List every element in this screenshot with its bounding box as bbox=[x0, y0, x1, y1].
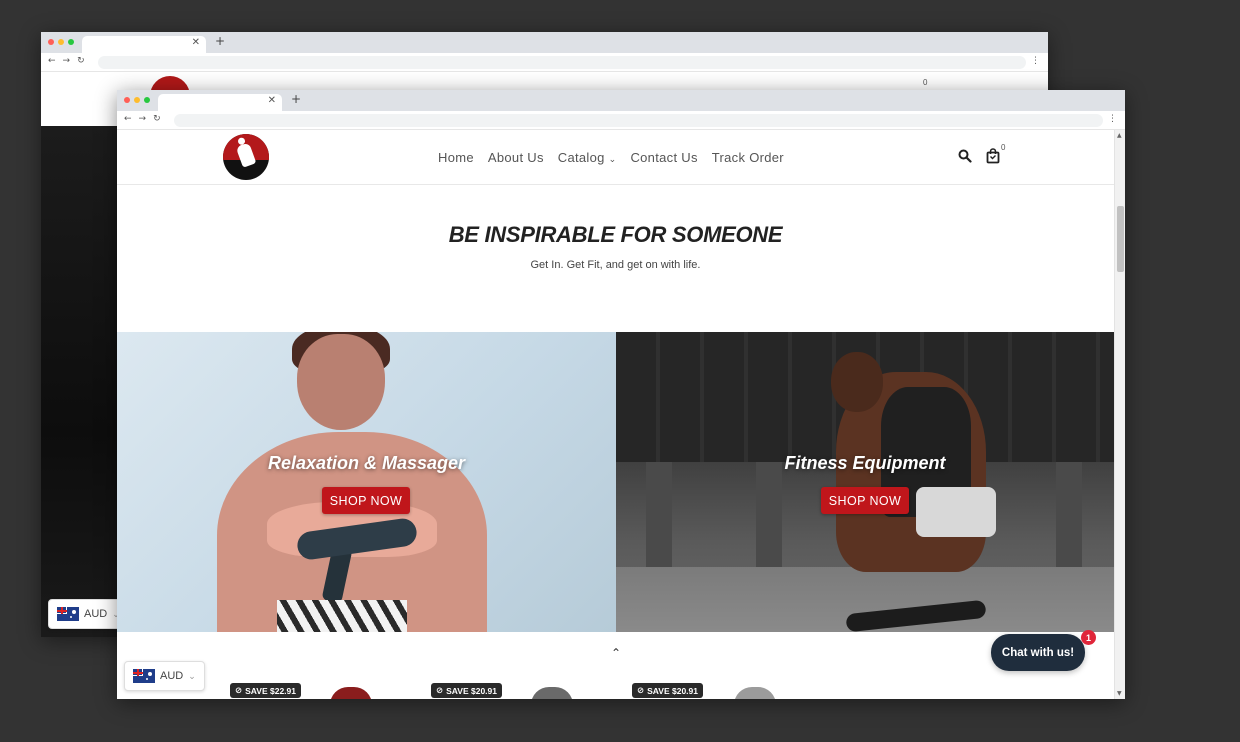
plus-icon[interactable]: + bbox=[215, 34, 225, 48]
back-icon[interactable]: ← bbox=[124, 114, 132, 124]
maximize-window-button[interactable] bbox=[144, 97, 150, 103]
tab-bar: ✕ + bbox=[41, 32, 1048, 53]
chat-button[interactable]: Chat with us! bbox=[991, 634, 1085, 671]
photo-detail bbox=[916, 487, 996, 537]
currency-code: AUD bbox=[84, 608, 108, 620]
scrollbar-thumb[interactable] bbox=[1117, 206, 1124, 272]
close-icon[interactable]: ✕ bbox=[192, 37, 200, 48]
scrollbar[interactable]: ▲ ▼ bbox=[1114, 130, 1125, 699]
nav-catalog-label: Catalog bbox=[557, 150, 605, 165]
reload-icon[interactable]: ↻ bbox=[153, 114, 161, 124]
tag-icon: ⊘ bbox=[436, 685, 444, 695]
close-window-button[interactable] bbox=[48, 39, 54, 45]
product-image[interactable] bbox=[330, 687, 372, 699]
photo-detail bbox=[277, 600, 407, 632]
chat-badge: 1 bbox=[1081, 630, 1096, 645]
hero-title: BE INSPIRABLE FOR SOMEONE bbox=[448, 222, 783, 247]
shop-now-button[interactable]: SHOP NOW bbox=[821, 487, 909, 514]
minimize-window-button[interactable] bbox=[134, 97, 140, 103]
currency-selector[interactable]: AUD ⌄ bbox=[124, 661, 205, 691]
logo-icon[interactable] bbox=[223, 134, 269, 180]
banner-fitness[interactable]: Fitness Equipment SHOP NOW bbox=[616, 332, 1114, 632]
save-label: SAVE $20.91 bbox=[647, 685, 699, 696]
reload-icon[interactable]: ↻ bbox=[77, 56, 85, 66]
save-badge: ⊘ SAVE $22.91 bbox=[230, 683, 302, 698]
forward-icon[interactable]: → bbox=[139, 114, 147, 124]
hero-subtitle: Get In. Get Fit, and get on with life. bbox=[530, 259, 701, 271]
photo-detail bbox=[646, 462, 672, 582]
plus-icon[interactable]: + bbox=[291, 92, 301, 106]
search-icon[interactable] bbox=[958, 149, 972, 163]
nav-contact-us[interactable]: Contact Us bbox=[630, 150, 697, 165]
save-badge: ⊘ SAVE $20.91 bbox=[632, 683, 704, 698]
banner-relaxation[interactable]: Relaxation & Massager SHOP NOW bbox=[117, 332, 616, 632]
cart-icon[interactable] bbox=[986, 148, 1000, 164]
save-badge: ⊘ SAVE $20.91 bbox=[431, 683, 503, 698]
address-bar[interactable] bbox=[98, 56, 1026, 69]
tag-icon: ⊘ bbox=[235, 685, 243, 695]
browser-navbar: ← → ↻ ⋮ bbox=[117, 111, 1125, 130]
scroll-up-icon[interactable]: ▲ bbox=[1117, 132, 1122, 139]
browser-navbar: ← → ↻ ⋮ bbox=[41, 53, 1048, 72]
chevron-down-icon: ⌄ bbox=[608, 154, 617, 164]
menu-dots-icon[interactable]: ⋮ bbox=[1031, 56, 1040, 66]
save-label: SAVE $20.91 bbox=[446, 685, 498, 696]
nav-track-order[interactable]: Track Order bbox=[712, 150, 784, 165]
close-window-button[interactable] bbox=[124, 97, 130, 103]
address-bar[interactable] bbox=[174, 114, 1103, 127]
photo-detail bbox=[756, 462, 782, 582]
front-browser-window: ✕ + ← → ↻ ⋮ Home About Us Catalog ⌄ Cont… bbox=[117, 90, 1125, 699]
chevron-up-icon[interactable]: ⌃ bbox=[611, 646, 621, 660]
nav-home[interactable]: Home bbox=[438, 150, 474, 165]
web-page: Home About Us Catalog ⌄ Contact Us Track… bbox=[117, 130, 1114, 699]
australia-flag-icon bbox=[57, 607, 79, 621]
save-label: SAVE $22.91 bbox=[245, 685, 297, 696]
browser-tab[interactable]: ✕ bbox=[82, 36, 206, 53]
currency-code: AUD bbox=[160, 670, 184, 682]
photo-detail bbox=[831, 352, 883, 412]
maximize-window-button[interactable] bbox=[68, 39, 74, 45]
nav-catalog[interactable]: Catalog ⌄ bbox=[558, 150, 617, 165]
scroll-down-icon[interactable]: ▼ bbox=[1117, 690, 1122, 697]
window-controls bbox=[48, 39, 74, 45]
cart-count: 0 bbox=[923, 78, 928, 87]
tab-bar: ✕ + bbox=[117, 90, 1125, 111]
browser-tab[interactable]: ✕ bbox=[158, 94, 282, 111]
australia-flag-icon bbox=[133, 669, 155, 683]
main-nav: Home About Us Catalog ⌄ Contact Us Track… bbox=[438, 150, 784, 165]
product-image[interactable] bbox=[734, 687, 776, 699]
close-icon[interactable]: ✕ bbox=[268, 95, 276, 106]
banner-title: Relaxation & Massager bbox=[267, 453, 466, 473]
photo-detail bbox=[297, 334, 385, 430]
chevron-down-icon: ⌄ bbox=[188, 670, 196, 681]
minimize-window-button[interactable] bbox=[58, 39, 64, 45]
window-controls bbox=[124, 97, 150, 103]
site-header: Home About Us Catalog ⌄ Contact Us Track… bbox=[117, 130, 1114, 185]
photo-detail bbox=[1056, 462, 1082, 582]
forward-icon[interactable]: → bbox=[63, 56, 71, 66]
cart-count: 0 bbox=[1001, 143, 1006, 152]
banner-title: Fitness Equipment bbox=[784, 453, 946, 473]
product-image[interactable] bbox=[531, 687, 573, 699]
shop-now-button[interactable]: SHOP NOW bbox=[322, 487, 410, 514]
tag-icon: ⊘ bbox=[637, 685, 645, 695]
nav-about-us[interactable]: About Us bbox=[488, 150, 544, 165]
back-icon[interactable]: ← bbox=[48, 56, 56, 66]
menu-dots-icon[interactable]: ⋮ bbox=[1108, 114, 1117, 124]
